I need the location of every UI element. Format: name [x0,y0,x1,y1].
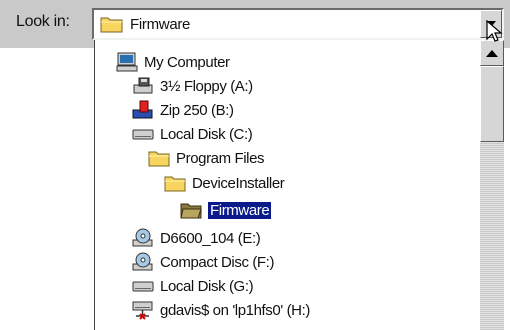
list-item-zip-drive[interactable]: Zip 250 (B:) [132,98,234,122]
list-scrollbar[interactable] [480,40,504,330]
chevron-up-icon [486,50,498,57]
computer-icon [116,52,138,72]
folder-icon [148,148,170,168]
scroll-thumb[interactable] [480,66,504,142]
list-item-floppy[interactable]: 3½ Floppy (A:) [132,74,253,98]
list-item-my-computer[interactable]: My Computer [116,50,230,74]
cd-drive-icon [132,252,154,272]
network-drive-icon [132,300,154,320]
list-item-local-disk-g[interactable]: Local Disk (G:) [132,274,254,298]
list-item-cd-e[interactable]: D6600_104 (E:) [132,226,261,250]
zip-drive-icon [132,100,154,120]
folder-open-icon [180,200,202,220]
list-item-firmware[interactable]: Firmware [180,198,272,222]
list-item-cd-f[interactable]: Compact Disc (F:) [132,250,274,274]
hard-disk-icon [132,276,154,296]
folder-icon [100,15,124,38]
list-item-local-disk-c[interactable]: Local Disk (C:) [132,122,253,146]
mouse-pointer-icon [486,19,504,49]
cd-drive-icon [132,228,154,248]
folder-icon [164,173,186,193]
list-item-deviceinstaller[interactable]: DeviceInstaller [164,171,285,195]
look-in-label: Look in: [16,13,70,30]
floppy-drive-icon [132,76,154,96]
look-in-value: Firmware [130,16,191,33]
look-in-combobox[interactable]: Firmware [92,8,504,40]
list-item-program-files[interactable]: Program Files [148,146,265,170]
hard-disk-icon [132,124,154,144]
list-item-network-h[interactable]: gdavis$ on 'lp1hfs0' (H:) [132,298,310,322]
